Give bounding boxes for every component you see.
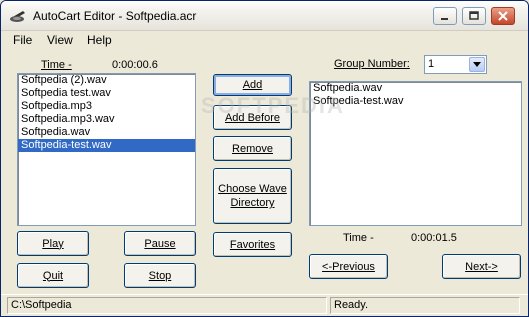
close-icon — [498, 11, 508, 21]
list-item[interactable]: Softpedia test.wav — [18, 87, 195, 100]
list-item[interactable]: Softpedia.wav — [18, 126, 195, 139]
list-item[interactable]: Softpedia (2).wav — [18, 74, 195, 87]
group-number-label: Group Number: — [334, 58, 410, 70]
add-before-button[interactable]: Add Before — [213, 105, 292, 130]
group-number-value: 1 — [428, 58, 435, 70]
menu-bar: File View Help — [1, 31, 528, 49]
list-item[interactable]: Softpedia.wav — [310, 82, 521, 95]
maximize-button[interactable] — [462, 7, 486, 25]
chevron-down-icon[interactable] — [469, 57, 485, 72]
quit-button[interactable]: Quit — [17, 263, 89, 288]
maximize-icon — [469, 11, 479, 20]
next-button[interactable]: Next-> — [442, 254, 521, 279]
close-button[interactable] — [491, 7, 515, 25]
minimize-button[interactable] — [433, 7, 457, 25]
list-item[interactable]: Softpedia.mp3.wav — [18, 113, 195, 126]
left-time-label: Time - — [41, 59, 72, 71]
list-item[interactable]: Softpedia-test.wav — [18, 139, 195, 152]
app-window: AutoCart Editor - Softpedia.acr File Vie… — [0, 0, 529, 317]
menu-help[interactable]: Help — [87, 33, 112, 47]
window-title: AutoCart Editor - Softpedia.acr — [33, 9, 197, 23]
title-bar[interactable]: AutoCart Editor - Softpedia.acr — [1, 1, 528, 31]
status-state: Ready. — [330, 297, 520, 314]
wave-file-list[interactable]: Softpedia (2).wav Softpedia test.wav Softp… — [17, 73, 196, 226]
remove-button[interactable]: Remove — [213, 136, 292, 161]
menu-view[interactable]: View — [47, 33, 73, 47]
left-time-value: 0:00:00.6 — [112, 59, 158, 71]
add-button[interactable]: Add — [213, 74, 292, 96]
pause-button[interactable]: Pause — [124, 231, 196, 256]
menu-file[interactable]: File — [13, 33, 32, 47]
favorites-button[interactable]: Favorites — [213, 232, 292, 257]
right-time-label: Time - — [343, 232, 374, 244]
list-item[interactable]: Softpedia.mp3 — [18, 100, 195, 113]
choose-wave-directory-button[interactable]: Choose Wave Directory — [213, 168, 292, 224]
app-icon — [10, 11, 25, 22]
group-file-list[interactable]: Softpedia.wav Softpedia-test.wav — [309, 81, 522, 226]
minimize-icon — [441, 18, 448, 20]
play-button[interactable]: Play — [17, 231, 89, 256]
status-bar: C:\Softpedia Ready. — [1, 294, 528, 316]
list-item[interactable]: Softpedia-test.wav — [310, 95, 521, 108]
right-time-value: 0:00:01.5 — [411, 232, 457, 244]
group-number-select[interactable]: 1 — [424, 55, 487, 74]
previous-button[interactable]: <-Previous — [309, 254, 388, 279]
status-path: C:\Softpedia — [7, 297, 327, 314]
stop-button[interactable]: Stop — [124, 263, 196, 288]
